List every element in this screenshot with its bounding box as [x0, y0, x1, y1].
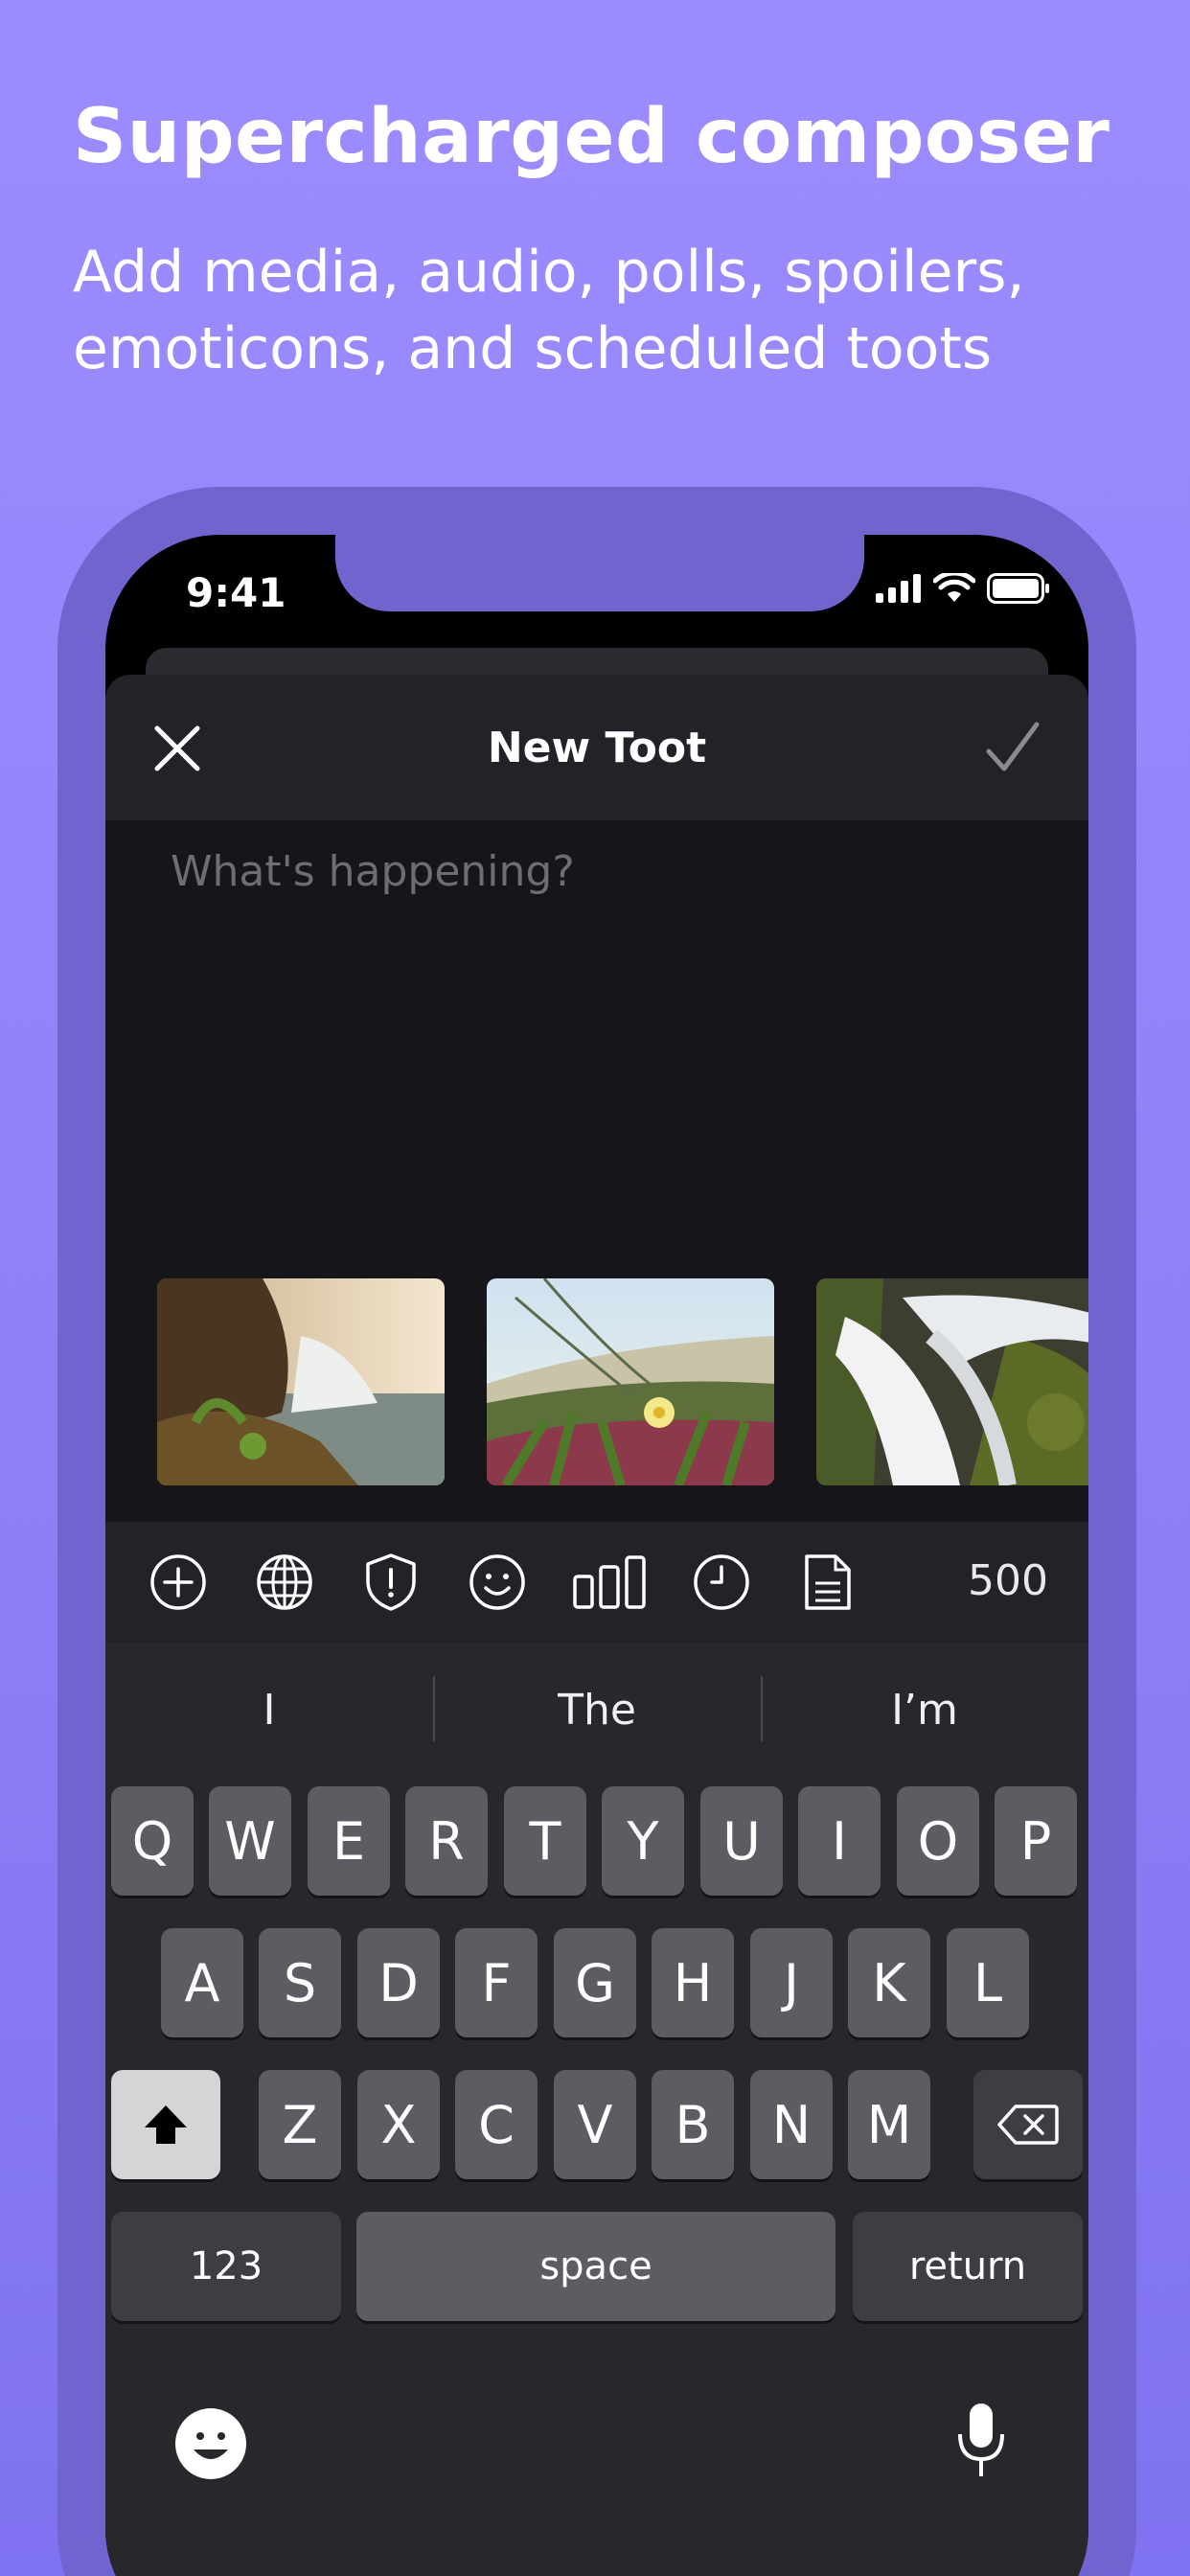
- key-r[interactable]: R: [405, 1786, 488, 1896]
- flower-grass-photo: [487, 1278, 774, 1485]
- key-b[interactable]: B: [652, 2070, 734, 2179]
- character-counter: 500: [968, 1556, 1048, 1605]
- predictive-bar: I The I’m: [105, 1643, 1088, 1777]
- compose-navbar: New Toot: [105, 675, 1088, 820]
- status-indicators: [876, 573, 1050, 604]
- waterfall-rocks-photo: [816, 1278, 1088, 1485]
- shift-key[interactable]: [111, 2070, 220, 2179]
- key-q[interactable]: Q: [111, 1786, 194, 1896]
- content-warning-button[interactable]: [360, 1552, 422, 1613]
- promo-headline: Supercharged composer: [73, 94, 1110, 180]
- key-s[interactable]: S: [259, 1928, 341, 2037]
- key-l[interactable]: L: [947, 1928, 1029, 2037]
- attachment-strip: [157, 1278, 1088, 1485]
- suggestion-item[interactable]: I: [105, 1686, 433, 1735]
- numbers-key[interactable]: 123: [111, 2212, 341, 2321]
- compose-toolbar: 500: [105, 1522, 1088, 1643]
- shift-icon: [145, 2105, 187, 2144]
- key-v[interactable]: V: [554, 2070, 636, 2179]
- key-c[interactable]: C: [455, 2070, 538, 2179]
- poll-icon: [573, 1555, 646, 1609]
- key-t[interactable]: T: [504, 1786, 586, 1896]
- wifi-icon: [933, 573, 975, 602]
- compose-title: New Toot: [487, 723, 707, 772]
- return-key[interactable]: return: [853, 2212, 1083, 2321]
- poll-button[interactable]: [573, 1552, 646, 1613]
- key-a[interactable]: A: [161, 1928, 243, 2037]
- key-d[interactable]: D: [357, 1928, 440, 2037]
- key-k[interactable]: K: [848, 1928, 930, 2037]
- schedule-button[interactable]: [691, 1552, 752, 1613]
- suggestion-item[interactable]: The: [433, 1675, 761, 1741]
- keyboard: I The I’m Q W E R T Y U I O P A S D F G …: [105, 1643, 1088, 2576]
- attachment-thumbnail[interactable]: [816, 1278, 1088, 1485]
- key-x[interactable]: X: [357, 2070, 440, 2179]
- compose-sheet: New Toot What's happening? 500 I The I’m…: [105, 675, 1088, 2576]
- add-media-button[interactable]: [148, 1552, 209, 1613]
- clock-icon: [694, 1554, 749, 1610]
- key-h[interactable]: H: [652, 1928, 734, 2037]
- suggestion-item[interactable]: I’m: [761, 1675, 1088, 1741]
- globe-icon: [257, 1554, 312, 1610]
- emoji-icon: [469, 1554, 525, 1610]
- attachment-thumbnail[interactable]: [157, 1278, 445, 1485]
- phone-screen: 9:41 New Toot What's happening? 500 I Th…: [105, 535, 1088, 2576]
- attachment-thumbnail[interactable]: [487, 1278, 774, 1485]
- checkmark-icon[interactable]: [985, 721, 1041, 776]
- cellular-signal-icon: [876, 574, 921, 603]
- key-y[interactable]: Y: [602, 1786, 684, 1896]
- waterfall-cliff-photo: [157, 1278, 445, 1485]
- backspace-icon: [997, 2104, 1059, 2145]
- delete-key[interactable]: [973, 2070, 1083, 2179]
- emoji-keyboard-icon[interactable]: [174, 2407, 247, 2480]
- key-i[interactable]: I: [798, 1786, 881, 1896]
- microphone-icon[interactable]: [956, 2402, 1006, 2478]
- emoji-button[interactable]: [467, 1552, 528, 1613]
- add-icon: [150, 1554, 206, 1610]
- phone-notch: [335, 535, 864, 611]
- key-g[interactable]: G: [554, 1928, 636, 2037]
- compose-text-input[interactable]: What's happening?: [171, 847, 575, 896]
- battery-icon: [987, 573, 1049, 604]
- key-f[interactable]: F: [455, 1928, 538, 2037]
- key-j[interactable]: J: [750, 1928, 833, 2037]
- visibility-button[interactable]: [254, 1552, 315, 1613]
- key-u[interactable]: U: [700, 1786, 783, 1896]
- document-icon: [805, 1554, 851, 1610]
- key-o[interactable]: O: [897, 1786, 979, 1896]
- status-time: 9:41: [186, 569, 286, 616]
- key-n[interactable]: N: [750, 2070, 833, 2179]
- promo-subhead: Add media, audio, polls, spoilers, emoti…: [73, 239, 1025, 382]
- key-e[interactable]: E: [308, 1786, 390, 1896]
- key-z[interactable]: Z: [259, 2070, 341, 2179]
- drafts-button[interactable]: [797, 1552, 858, 1613]
- key-p[interactable]: P: [995, 1786, 1077, 1896]
- key-w[interactable]: W: [209, 1786, 291, 1896]
- key-m[interactable]: M: [848, 2070, 930, 2179]
- close-icon[interactable]: [153, 724, 201, 772]
- shield-alert-icon: [366, 1553, 416, 1611]
- space-key[interactable]: space: [356, 2212, 835, 2321]
